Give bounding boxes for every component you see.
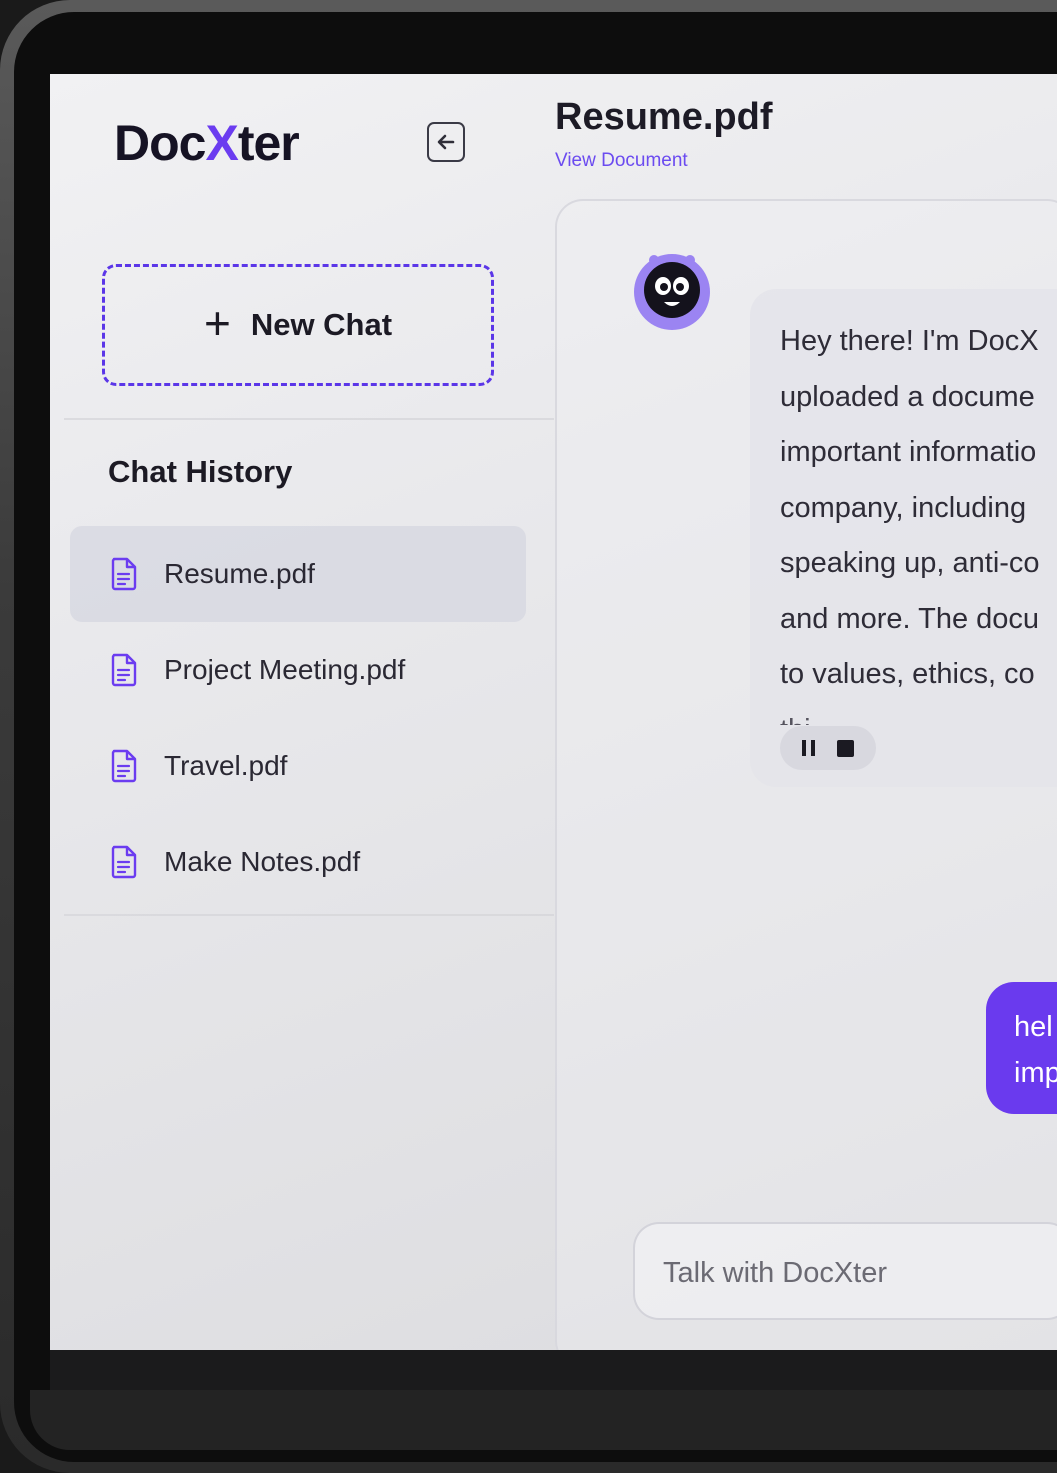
divider [64,914,554,916]
audio-controls [780,726,876,770]
history-item-resume[interactable]: Resume.pdf [70,526,526,622]
user-message-line: hel [1014,1011,1053,1043]
arrow-left-icon [437,134,455,150]
history-item-make-notes[interactable]: Make Notes.pdf [70,814,526,910]
logo-x: X [205,115,238,171]
device-bottom-bar [50,1350,1057,1390]
app-logo: DocXter [114,114,300,172]
divider [64,418,554,420]
bot-message-text: Hey there! I'm DocX uploaded a docume im… [780,314,1057,725]
history-item-label: Project Meeting.pdf [164,654,406,685]
plus-icon: + [203,297,231,349]
chat-input[interactable] [663,1248,1057,1298]
page-title: Resume.pdf [555,96,773,138]
device-bottom-strip [30,1390,1057,1450]
history-item-travel[interactable]: Travel.pdf [70,718,526,814]
bot-message-line: to values, ethics, co [780,658,1035,690]
collapse-sidebar-button[interactable] [427,122,465,162]
chat-history-title: Chat History [108,454,293,489]
chat-input-box [633,1222,1057,1320]
bot-message-line: company, including [780,491,1027,524]
document-icon [111,653,137,687]
bot-message-line: and more. The docu [780,602,1040,635]
logo-d: Doc [114,115,206,171]
history-item-label: Travel.pdf [164,750,288,781]
new-chat-label: New Chat [250,307,393,342]
pause-icon[interactable] [802,740,815,756]
bot-avatar-icon [634,254,710,330]
sidebar: DocXter + New Chat Chat History Resume.p… [50,74,555,1350]
new-chat-button[interactable]: + New Chat [102,264,494,386]
stop-icon[interactable] [837,739,854,757]
bot-message-line: important informatio [780,436,1037,468]
history-item-label: Make Notes.pdf [164,846,361,877]
view-document-link[interactable]: View Document [555,150,688,172]
user-message-text: hel imp [1014,1004,1057,1096]
user-message-bubble: hel imp [986,982,1057,1114]
bot-message-line: speaking up, anti-co [780,547,1040,579]
document-icon [111,845,137,879]
bot-message-line: uploaded a docume [780,380,1035,413]
document-icon [111,557,137,591]
history-item-label: Resume.pdf [164,558,315,589]
chat-history-list: Resume.pdf Project Meeting.pdf Travel.pd… [70,526,526,910]
bot-message-line: Hey there! I'm DocX [780,325,1039,357]
logo-suffix: ter [237,115,300,171]
bot-message-line: thi... [780,703,1057,725]
document-icon [111,749,137,783]
app-screen: DocXter + New Chat Chat History Resume.p… [50,74,1057,1350]
history-item-project-meeting[interactable]: Project Meeting.pdf [70,622,526,718]
user-message-line: imp [1014,1057,1057,1089]
